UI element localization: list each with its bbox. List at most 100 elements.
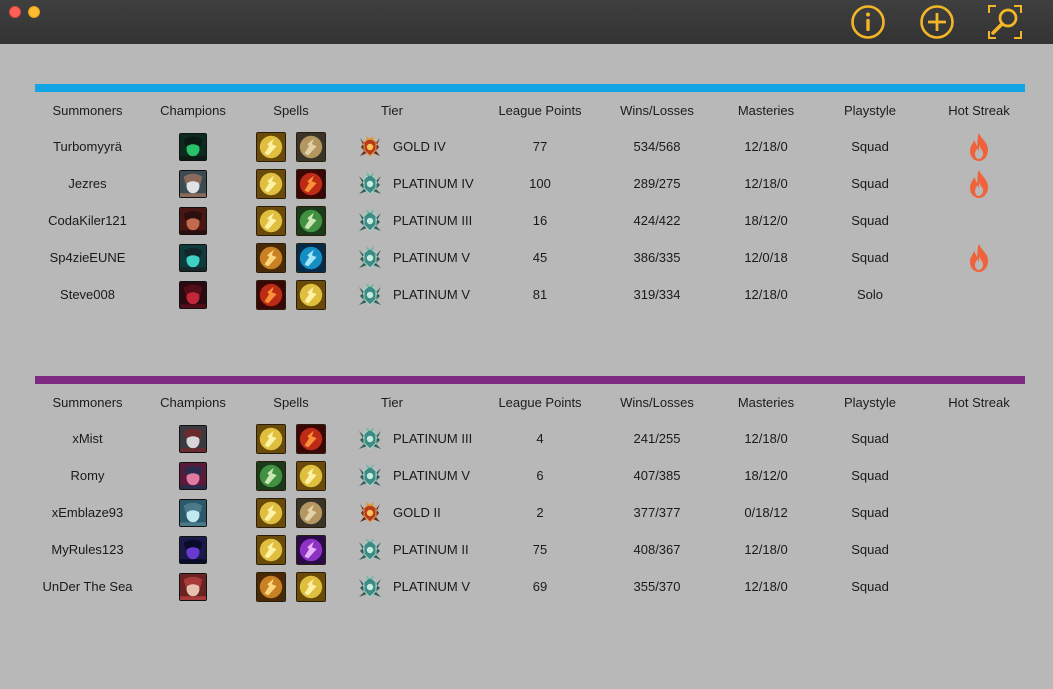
summoner-name[interactable]: Sp4zieEUNE [35,239,140,276]
exhaust-spell-icon[interactable] [296,131,326,162]
teleport-spell-icon[interactable] [256,460,286,491]
ghost-spell-icon[interactable] [296,242,326,273]
tier-cell: PLATINUM V [357,457,497,494]
wins-losses-value: 377/377 [633,505,681,520]
spells-cell [248,494,334,531]
player-row[interactable]: Romy PLATINUM V 6 407/385 18/12/0 Squad [35,457,1025,494]
player-row[interactable]: xMist PLATINUM III 4 241/255 12/18/0 Squad [35,420,1025,457]
flash-spell-icon[interactable] [296,571,326,602]
grey-champion-portrait[interactable] [179,424,207,453]
platinum-tier-icon [357,208,383,234]
smite-spell-icon[interactable] [256,571,286,602]
masteries-value: 12/0/18 [744,250,788,265]
playstyle-value: Solo [856,287,884,302]
hot-streak-cell [937,128,1021,165]
search-icon[interactable] [987,4,1023,40]
league-points-header: League Points [498,394,582,410]
champion-cell [153,494,233,531]
summoner-name[interactable]: Steve008 [35,276,140,313]
spells-cell [248,420,334,457]
league-points-value: 100 [529,176,551,191]
masteries-value: 12/18/0 [744,431,788,446]
white-haired-champion-portrait[interactable] [179,169,207,198]
flash-spell-icon[interactable] [256,168,286,199]
wins-losses-value: 289/275 [633,176,681,191]
gold-tier-icon [357,134,383,160]
summoners-header: Summoners [52,394,123,410]
tier-cell: PLATINUM IV [357,165,497,202]
summoner-name[interactable]: xMist [35,420,140,457]
rose-champion-portrait[interactable] [179,572,207,601]
summoner-name[interactable]: MyRules123 [35,531,140,568]
playstyle-value: Squad [851,139,889,154]
spells-cell [248,165,334,202]
summoner-name[interactable]: Romy [35,457,140,494]
team-1-rows: Turbomyyrä GOLD IV 77 534/568 12/18/0 Squad … [35,128,1025,313]
tier-cell: PLATINUM III [357,420,497,457]
summoner-name[interactable]: Turbomyyrä [35,128,140,165]
flash-spell-icon[interactable] [256,131,286,162]
close-window-button[interactable] [9,6,21,18]
green-champion-portrait[interactable] [179,132,207,161]
masteries-value: 0/18/12 [744,505,788,520]
minimize-window-button[interactable] [28,6,40,18]
spells-cell [248,239,334,276]
flash-spell-icon[interactable] [256,534,286,565]
tier-label: PLATINUM V [393,250,471,265]
playstyle-value: Squad [851,505,889,520]
pink-champion-portrait[interactable] [179,461,207,490]
add-icon[interactable] [919,4,955,40]
wins-losses-value: 319/334 [633,287,681,302]
hot-streak-cell [937,420,1021,457]
smite-spell-icon[interactable] [256,242,286,273]
masteries-value: 18/12/0 [744,213,788,228]
info-icon[interactable] [850,4,886,40]
teleport-spell-icon[interactable] [296,205,326,236]
tier-label: PLATINUM V [393,579,471,594]
flash-spell-icon[interactable] [296,460,326,491]
hot-streak-header: Hot Streak [948,102,1010,118]
flash-spell-icon[interactable] [256,423,286,454]
flash-spell-icon[interactable] [256,497,286,528]
red-champion-portrait[interactable] [179,206,207,235]
playstyle-value: Squad [851,431,889,446]
hot-streak-cell [937,457,1021,494]
tier-cell: GOLD IV [357,128,497,165]
player-row[interactable]: MyRules123 PLATINUM II 75 408/367 12/18/0 Sq… [35,531,1025,568]
hot-streak-cell [937,494,1021,531]
cyan-champion-portrait[interactable] [179,498,207,527]
tier-cell: PLATINUM V [357,568,497,605]
summoner-name[interactable]: Jezres [35,165,140,202]
exhaust-spell-icon[interactable] [296,497,326,528]
violet-champion-portrait[interactable] [179,535,207,564]
tier-label: PLATINUM III [393,431,473,446]
flash-spell-icon[interactable] [296,279,326,310]
player-row[interactable]: Jezres PLATINUM IV 100 289/275 12/18/0 Squad [35,165,1025,202]
player-row[interactable]: Turbomyyrä GOLD IV 77 534/568 12/18/0 Squad [35,128,1025,165]
masteries-header: Masteries [737,102,795,118]
spells-cell [248,202,334,239]
flash-spell-icon[interactable] [256,205,286,236]
platinum-tier-icon [357,245,383,271]
teal-champion-portrait[interactable] [179,243,207,272]
ignite-spell-icon[interactable] [296,168,326,199]
cleanse-spell-icon[interactable] [296,534,326,565]
player-row[interactable]: Steve008 PLATINUM V 81 319/334 12/18/0 Solo [35,276,1025,313]
ignite-spell-icon[interactable] [296,423,326,454]
player-row[interactable]: xEmblaze93 GOLD II 2 377/377 0/18/12 Squad [35,494,1025,531]
masteries-value: 12/18/0 [744,139,788,154]
summoner-name[interactable]: CodaKiler121 [35,202,140,239]
tier-label: GOLD II [393,505,441,520]
league-points-value: 77 [532,139,548,154]
player-row[interactable]: Sp4zieEUNE PLATINUM V 45 386/335 12/0/18 Squ… [35,239,1025,276]
player-row[interactable]: UnDer The Sea PLATINUM V 69 355/370 12/18/0… [35,568,1025,605]
playstyle-value: Squad [851,579,889,594]
summoners-header: Summoners [52,102,123,118]
summoner-name[interactable]: xEmblaze93 [35,494,140,531]
crimson-champion-portrait[interactable] [179,280,207,309]
flame-icon [963,242,995,274]
platinum-tier-icon [357,463,383,489]
summoner-name[interactable]: UnDer The Sea [35,568,140,605]
player-row[interactable]: CodaKiler121 PLATINUM III 16 424/422 18/12/… [35,202,1025,239]
ignite-spell-icon[interactable] [256,279,286,310]
